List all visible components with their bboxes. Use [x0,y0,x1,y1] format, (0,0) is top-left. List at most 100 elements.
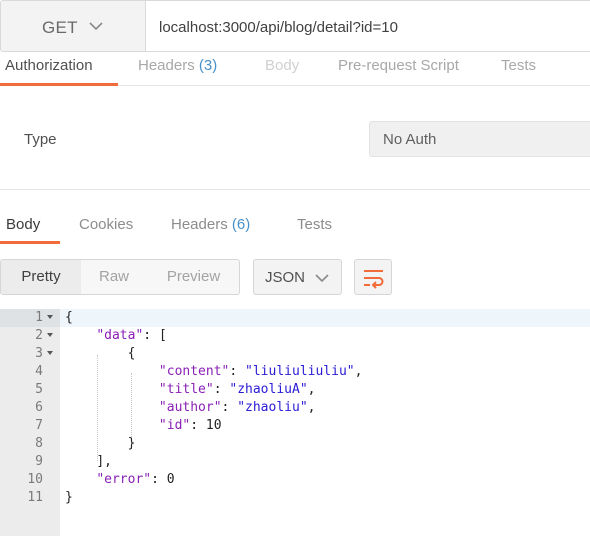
line-number: 9 [35,454,43,469]
line-number-cell: 8 [0,435,60,453]
json-string: "zhaoliuA" [229,382,308,397]
code-line: 11 } [0,489,590,507]
json-number: 10 [205,418,222,433]
code-text: "author": "zhaoliu", [158,400,316,415]
json-bracket: ], [96,454,112,469]
code-text: ], [65,454,112,469]
json-brace: } [65,490,73,505]
fold-arrow-icon[interactable] [47,333,53,337]
tab-body[interactable]: Body [265,57,299,74]
line-number: 3 [35,346,43,361]
line-number-cell: 5 [0,381,60,399]
json-key: "id" [158,418,191,433]
line-number: 4 [35,364,43,379]
request-tabs: Authorization Headers (3) Body Pre-reque… [0,52,590,86]
view-mode-group: Pretty Raw Preview [0,259,240,295]
format-value: JSON [265,269,306,286]
json-key: "author" [158,400,222,415]
section-divider [0,189,590,190]
request-bar: GET localhost:3000/api/blog/detail?id=10 [0,0,590,52]
json-key: "data" [96,328,144,343]
response-tab-body[interactable]: Body [6,216,40,233]
auth-type-label: Type [24,131,57,148]
line-number: 1 [35,310,43,325]
line-number-cell: 6 [0,399,60,417]
line-number: 2 [35,328,43,343]
fold-arrow-icon[interactable] [47,315,53,319]
line-number-cell: 3 [0,345,60,363]
json-key: "content" [158,364,230,379]
code-line: 7 "id": 10 [0,417,590,435]
code-line: 10 "error": 0 [0,471,590,489]
line-number-cell: 11 [0,489,60,507]
response-tab-cookies[interactable]: Cookies [79,216,133,233]
line-number: 10 [27,472,43,487]
json-brace: { [65,310,73,325]
line-number-cell: 4 [0,363,60,381]
tab-authorization[interactable]: Authorization [5,57,93,74]
tab-tests[interactable]: Tests [501,57,536,74]
tab-label: Authorization [5,57,93,74]
line-number-cell: 9 [0,453,60,471]
json-string: "liuliuliuliu" [245,364,355,379]
url-input[interactable]: localhost:3000/api/blog/detail?id=10 [146,0,590,52]
code-line: 1 { [0,309,590,327]
code-text: } [65,490,73,505]
chevron-down-icon [89,22,103,31]
code-line: 4 "content": "liuliuliuliu", [0,363,590,381]
auth-type-value: No Auth [383,131,437,148]
tab-label: Headers [171,216,228,233]
code-text: } [65,436,136,451]
response-tab-headers[interactable]: Headers (6) [171,216,250,233]
tab-label: Tests [297,216,333,233]
line-number: 5 [35,382,43,397]
tab-label: Body [265,57,300,74]
headers-count: (3) [198,57,218,74]
json-key: "title" [158,382,214,397]
code-text: "title": "zhaoliuA", [158,382,316,397]
active-tab-indicator [0,83,118,86]
line-number: 11 [27,490,43,505]
fold-arrow-icon[interactable] [47,351,53,355]
format-select[interactable]: JSON [253,259,342,295]
auth-type-select[interactable]: No Auth [369,121,590,157]
tab-label: Tests [501,57,537,74]
line-number: 7 [35,418,43,433]
json-key: "error" [96,472,152,487]
method-label: GET [42,18,78,37]
line-number-cell: 2 [0,327,60,345]
line-number-cell: 10 [0,471,60,489]
tab-label: Cookies [79,216,134,233]
tab-label: Headers [138,57,195,74]
json-brace: } [127,436,136,451]
code-text: { [65,346,136,361]
tab-label: Pre-request Script [338,57,459,74]
tab-pre-request-script[interactable]: Pre-request Script [338,57,459,74]
code-line: 9 ], [0,453,590,471]
headers-count: (6) [231,216,251,233]
method-select[interactable]: GET [0,0,146,52]
json-brace: { [127,346,136,361]
active-tab-indicator [0,241,60,244]
code-line: 2 "data": [ [0,327,590,345]
chevron-down-icon [315,274,329,283]
response-body-editor[interactable]: 1 { 2 "data": [ 3 { 4 "content": "liuliu… [0,309,590,536]
code-line: 5 "title": "zhaoliuA", [0,381,590,399]
code-line: 6 "author": "zhaoliu", [0,399,590,417]
tab-headers[interactable]: Headers (3) [138,57,217,74]
line-number: 8 [35,436,43,451]
pretty-button[interactable]: Pretty [1,260,81,294]
code-line: 3 { [0,345,590,363]
line-number-cell: 1 [0,309,60,327]
json-string: "zhaoliu" [237,400,308,415]
code-line: 8 } [0,435,590,453]
raw-button[interactable]: Raw [81,260,147,294]
preview-button[interactable]: Preview [147,260,239,294]
code-text: "error": 0 [96,472,175,487]
url-text: localhost:3000/api/blog/detail?id=10 [159,19,398,36]
tab-label: Body [6,216,41,233]
response-tab-tests[interactable]: Tests [297,216,332,233]
code-text: "data": [ [96,328,167,343]
code-text: "id": 10 [158,418,222,433]
wrap-lines-button[interactable] [354,259,392,295]
